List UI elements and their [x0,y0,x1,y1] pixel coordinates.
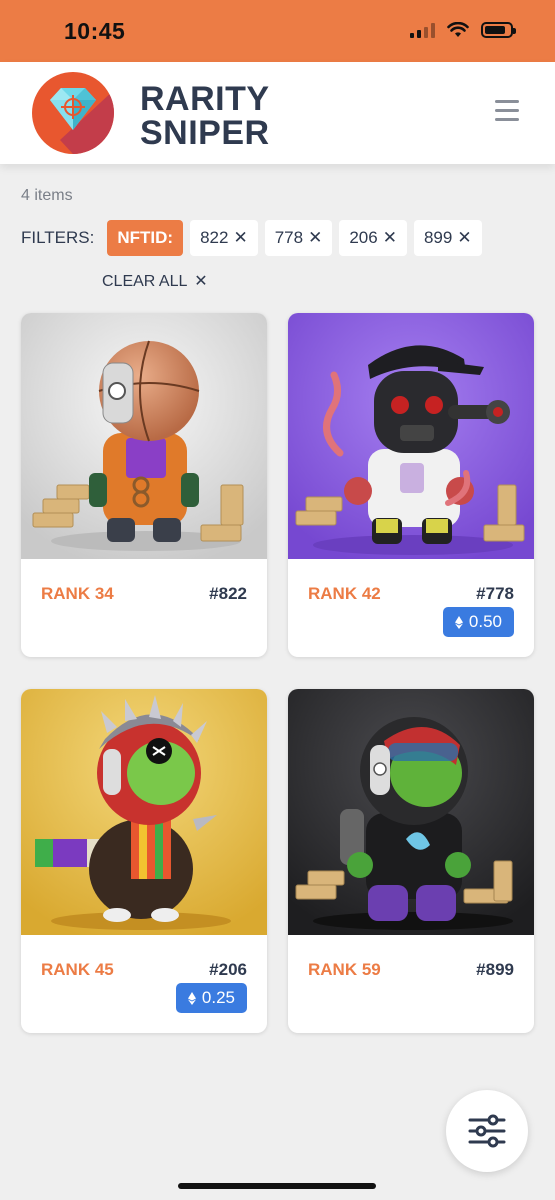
filters-row: FILTERS: NFTID: 822 ✕ 778 ✕ 206 ✕ 899 ✕ [21,220,482,256]
nft-image[interactable] [21,313,267,559]
brand-line-1: RARITY [140,80,270,118]
nft-card[interactable]: RANK 45 #206 0.25 [21,689,267,1033]
rank-label: RANK 42 [308,584,381,603]
status-icons [410,22,516,38]
filter-chip-899[interactable]: 899 ✕ [413,220,482,256]
wifi-icon [447,22,469,37]
rank-label: RANK 45 [41,960,114,979]
filter-field-chip[interactable]: NFTID: [107,220,184,256]
cellular-signal-icon [410,22,435,38]
price-badge[interactable]: 0.25 [175,983,247,1013]
ethereum-icon [187,991,196,1005]
remove-icon[interactable]: ✕ [383,228,397,248]
remove-icon[interactable]: ✕ [308,228,322,248]
diamond-crosshair-icon[interactable] [30,70,116,156]
close-icon: ✕ [194,273,208,290]
price-value: 0.50 [468,612,502,631]
clear-all-button[interactable]: CLEAR ALL ✕ [102,271,208,291]
filter-chip-value: 778 [274,228,304,247]
nft-card[interactable]: RANK 42 #778 0.50 [288,313,534,657]
nft-id: #206 [209,960,247,979]
filter-chip-778[interactable]: 778 ✕ [264,220,333,256]
battery-icon [481,22,516,38]
brand-line-2: SNIPER [140,114,270,152]
ethereum-icon [454,615,463,629]
filter-chip-206[interactable]: 206 ✕ [339,220,407,256]
clear-all-label: CLEAR ALL [102,273,187,290]
nft-image[interactable] [288,313,534,559]
brand-name[interactable]: RARITY SNIPER [140,82,270,150]
filter-chip-value: 899 [423,228,453,247]
price-badge[interactable]: 0.50 [442,607,514,637]
remove-icon[interactable]: ✕ [457,228,471,248]
filter-chip-822[interactable]: 822 ✕ [190,220,258,256]
nft-image[interactable] [21,689,267,935]
sliders-icon [468,1114,506,1148]
nft-image[interactable] [288,689,534,935]
filter-chip-value: 206 [349,228,378,247]
rank-label: RANK 34 [41,584,114,603]
price-value: 0.25 [201,988,235,1007]
nft-id: #778 [476,584,514,603]
home-indicator [178,1183,376,1189]
filter-settings-button[interactable] [446,1090,528,1172]
rank-label: RANK 59 [308,960,381,979]
remove-icon[interactable]: ✕ [233,228,247,248]
filter-field-label: NFTID: [117,228,174,247]
status-time: 10:45 [64,18,126,44]
app-header: RARITY SNIPER [0,62,555,164]
status-bar: 10:45 [0,0,555,62]
hamburger-menu-icon[interactable] [495,100,519,122]
filters-label: FILTERS: [21,228,95,247]
results-count: 4 items [21,187,73,204]
nft-card[interactable]: RANK 59 #899 [288,689,534,1033]
filter-chip-value: 822 [200,228,229,247]
nft-id: #899 [476,960,514,979]
nft-card[interactable]: RANK 34 #822 [21,313,267,657]
nft-id: #822 [209,584,247,603]
